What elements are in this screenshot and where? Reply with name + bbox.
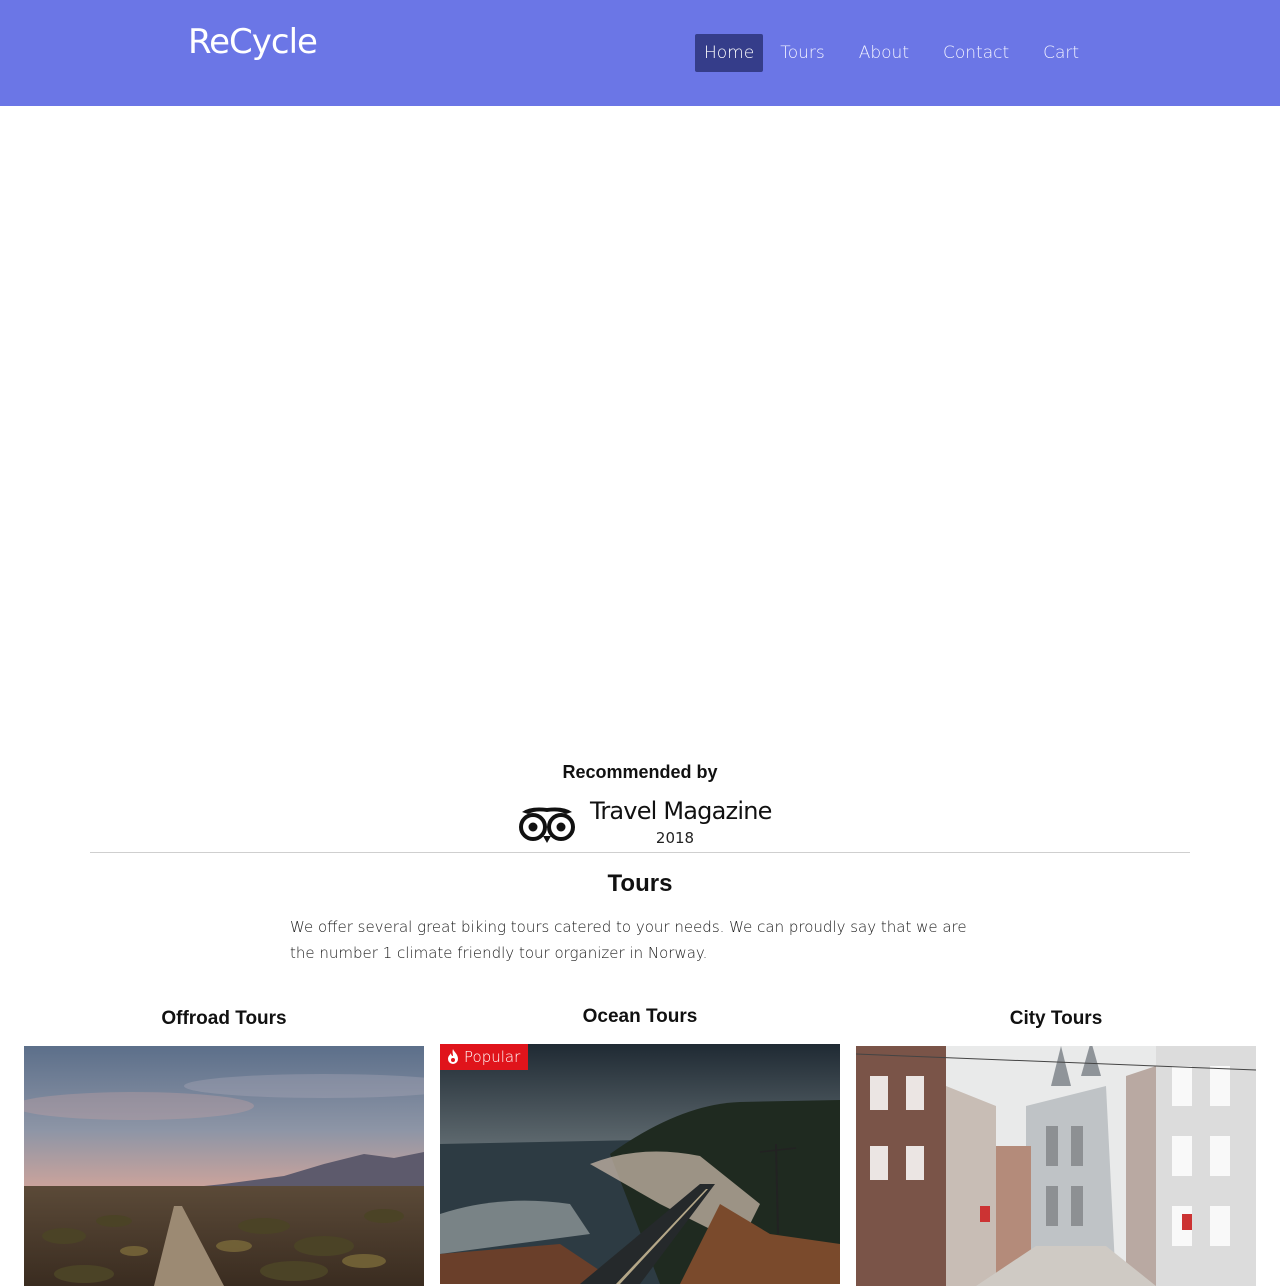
coastal-road-photo[interactable]: Popular xyxy=(440,1044,840,1284)
nav-about[interactable]: About xyxy=(850,34,918,72)
card-title: Offroad Tours xyxy=(161,1008,287,1029)
recommendation-year: 2018 xyxy=(655,829,695,847)
recommender-name: Travel Magazine xyxy=(590,797,772,825)
flame-icon xyxy=(448,1049,458,1064)
brand-logo[interactable]: ReCycle xyxy=(188,22,318,62)
section-divider xyxy=(90,852,1190,853)
nav-cart[interactable]: Cart xyxy=(1034,34,1088,72)
card-title: Ocean Tours xyxy=(582,1006,698,1027)
popular-badge: Popular xyxy=(440,1044,529,1070)
owl-eyes-icon xyxy=(519,807,575,843)
nav-contact[interactable]: Contact xyxy=(934,34,1018,72)
main-nav: Home Tours About Contact Cart xyxy=(695,34,1088,72)
card-title: City Tours xyxy=(1009,1008,1103,1029)
tours-heading: Tours xyxy=(607,870,673,897)
hero-area xyxy=(0,106,1280,746)
desert-dirt-road-photo[interactable] xyxy=(24,1046,424,1286)
city-street-photo[interactable] xyxy=(856,1046,1256,1286)
nav-tours[interactable]: Tours xyxy=(771,34,834,72)
badge-label: Popular xyxy=(464,1048,521,1066)
tours-description: We offer several great biking tours cate… xyxy=(290,918,967,962)
site-header: ReCycle Home Tours About Contact Cart xyxy=(0,0,1280,106)
nav-home[interactable]: Home xyxy=(695,34,764,72)
recommended-title: Recommended by xyxy=(562,762,718,782)
